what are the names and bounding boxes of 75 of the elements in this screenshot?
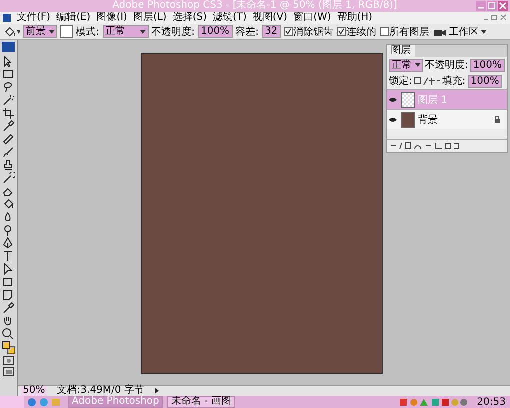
history-brush-icon[interactable]	[2, 172, 15, 184]
play-arrow-icon[interactable]	[154, 387, 160, 395]
menu-item[interactable]: 滤镜(T)	[212, 12, 247, 24]
menu-item[interactable]: 视图(V)	[252, 12, 288, 24]
clock: 20:53	[476, 396, 507, 408]
lasso-icon[interactable]	[2, 81, 15, 93]
checkbox-label: 消除锯齿	[294, 26, 334, 38]
workspace-menu[interactable]: 工作区	[449, 24, 488, 38]
zoom-icon[interactable]	[2, 328, 15, 340]
fill-label: 填充:	[442, 74, 466, 88]
opacity-field[interactable]: 100%	[470, 58, 505, 72]
pattern-swatch[interactable]	[60, 25, 74, 38]
checkbox[interactable]	[284, 27, 293, 36]
mode-label: 模式:	[76, 26, 100, 38]
layer-row[interactable]: 背景	[387, 109, 507, 129]
zoom-field[interactable]: 50%	[21, 386, 48, 396]
document-window-controls-icon[interactable]	[483, 14, 507, 22]
menu-item[interactable]: 编辑(E)	[56, 12, 91, 24]
app-logo-icon	[3, 14, 11, 22]
menu-item[interactable]: 帮助(H)	[337, 12, 373, 24]
app-logo-icon	[2, 42, 15, 52]
checkbox[interactable]	[380, 27, 389, 36]
mode-dropdown[interactable]: 正常	[102, 25, 149, 38]
layer-name: 背景	[418, 114, 439, 126]
menu-item[interactable]: 图像(I)	[96, 12, 128, 24]
eyedropper-icon[interactable]	[2, 120, 15, 132]
eyedropper-icon[interactable]	[2, 302, 15, 314]
window-title: Adobe Photoshop CS3 - [未命名-1 @ 50% (图层 1, RGB/8)]	[112, 0, 398, 12]
paint-bucket-icon[interactable]	[2, 198, 15, 210]
color-swatches-icon[interactable]	[2, 341, 16, 355]
brush-icon[interactable]	[2, 146, 15, 158]
shape-icon[interactable]	[2, 276, 15, 288]
taskbar-button[interactable]: 未命名 - 画图	[167, 396, 236, 408]
close-button[interactable]	[498, 1, 508, 11]
layer-name: 图层 1	[418, 94, 449, 106]
checkbox-label: 连续的	[346, 26, 377, 38]
start-button[interactable]	[0, 396, 24, 408]
menu-item[interactable]: 图层(L)	[133, 12, 167, 24]
blend-mode-dropdown[interactable]: 正常	[389, 58, 424, 72]
close-icon	[499, 2, 507, 10]
path-select-icon[interactable]	[2, 263, 15, 275]
menu-item[interactable]: 文件(F)	[17, 12, 51, 24]
crop-icon[interactable]	[2, 107, 15, 119]
checkbox[interactable]	[336, 27, 346, 36]
fill-source-dropdown[interactable]: 前景	[23, 25, 57, 38]
marquee-icon[interactable]	[2, 68, 15, 80]
layer-thumbnail	[401, 112, 415, 128]
quick-mask-icon[interactable]	[2, 356, 14, 366]
notes-icon[interactable]	[2, 289, 15, 301]
layer-actions-icon[interactable]	[390, 142, 460, 150]
fill-field[interactable]: 100%	[468, 74, 502, 88]
tolerance-label: 容差:	[236, 26, 259, 38]
pen-icon[interactable]	[2, 237, 15, 249]
type-icon[interactable]	[2, 250, 15, 262]
menu-item[interactable]: 选择(S)	[172, 12, 207, 24]
tolerance-field[interactable]: 32	[262, 25, 281, 38]
checkbox-label: 所有图层	[390, 26, 430, 38]
layer-thumbnail	[401, 92, 415, 108]
magic-wand-icon[interactable]	[2, 94, 15, 106]
maximize-icon	[488, 2, 496, 10]
menu-item[interactable]: 窗口(W)	[294, 12, 332, 24]
lock-options-icon[interactable]	[414, 76, 440, 86]
screen-mode-icon[interactable]	[2, 367, 14, 377]
tray-icon[interactable]	[399, 398, 470, 406]
visibility-toggle[interactable]	[389, 116, 398, 124]
stamp-icon[interactable]	[2, 159, 15, 171]
opacity-label: 不透明度:	[425, 58, 468, 72]
paint-bucket-icon[interactable]	[3, 26, 20, 38]
layers-tab[interactable]: 图层	[387, 45, 415, 57]
opacity-label: 不透明度:	[152, 26, 195, 38]
move-icon[interactable]	[2, 55, 15, 67]
lock-label: 锁定:	[389, 74, 412, 88]
document-size-text: 文档:3.49M/0 字节	[57, 386, 144, 396]
visibility-toggle[interactable]	[389, 96, 398, 104]
opacity-field[interactable]: 100%	[198, 25, 233, 38]
